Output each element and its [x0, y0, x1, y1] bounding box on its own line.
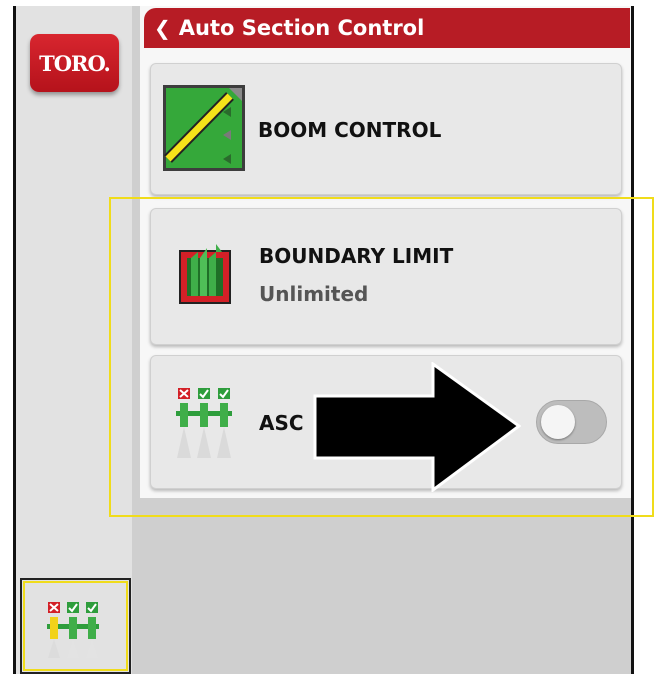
chevron-left-icon: ❮	[154, 16, 171, 40]
page-title: Auto Section Control	[178, 16, 425, 40]
toro-logo[interactable]: TORO.	[30, 34, 119, 92]
highlight-box	[109, 197, 654, 517]
boom-control-card[interactable]: BOOM CONTROL	[150, 63, 622, 195]
sidebar-asc-highlight	[23, 581, 128, 671]
boom-control-title: BOOM CONTROL	[258, 118, 442, 142]
toro-logo-text: TORO.	[39, 50, 111, 76]
header-back-button[interactable]: ❮ Auto Section Control	[144, 8, 630, 48]
boom-control-icon	[163, 85, 245, 171]
